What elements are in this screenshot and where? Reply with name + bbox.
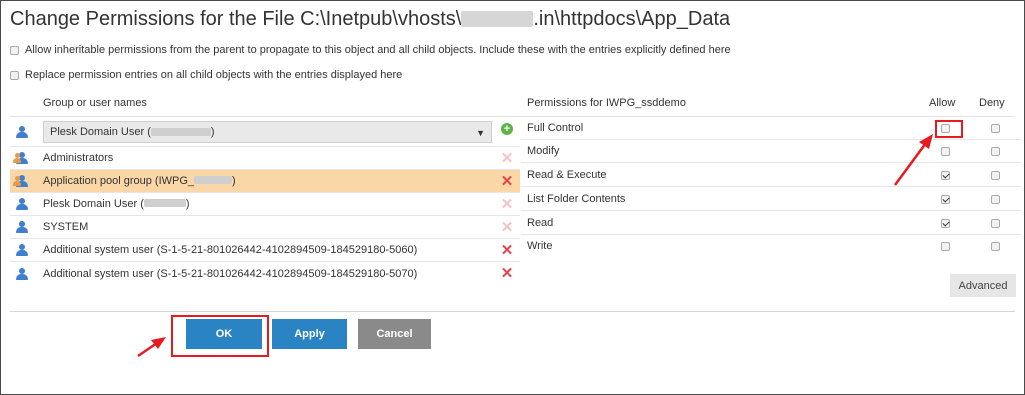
arrow-to-full-control: [893, 134, 933, 186]
annotation-arrows: [137, 134, 933, 358]
arrow-to-ok-button: [137, 337, 166, 358]
